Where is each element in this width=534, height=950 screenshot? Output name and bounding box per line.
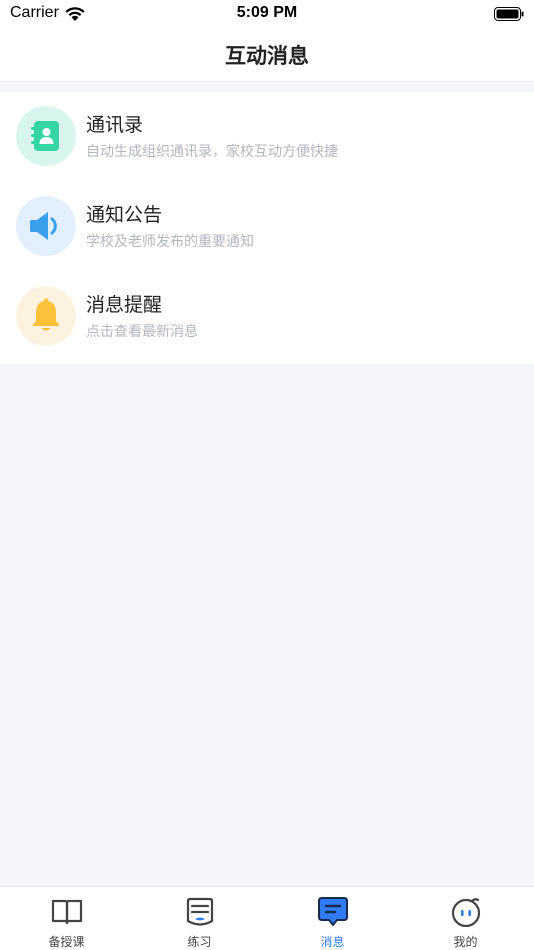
list-item-subtitle: 自动生成组织通讯录，家校互动方便快捷	[86, 144, 338, 160]
list-item-title: 通知公告	[86, 204, 163, 226]
list-item-reminders[interactable]: 消息提醒 点击查看最新消息	[0, 272, 534, 362]
tab-lessons[interactable]: 备授课	[0, 887, 133, 950]
list-item-title: 消息提醒	[86, 294, 163, 316]
announcements-icon-badge	[16, 196, 76, 256]
status-bar: Carrier 5:09 PM	[0, 0, 534, 28]
speaker-icon	[30, 212, 57, 240]
page-title: 互动消息	[225, 44, 309, 68]
reminders-icon-badge	[16, 286, 76, 346]
screen: Carrier 5:09 PM 互动消息 通讯录 自动生成组织通讯录，家校互动方…	[0, 0, 534, 950]
tab-label: 备授课	[48, 935, 85, 949]
message-icon	[318, 897, 348, 926]
list-item-subtitle: 点击查看最新消息	[86, 324, 198, 340]
nav-bar: 互动消息	[0, 28, 534, 82]
practice-icon	[186, 897, 214, 926]
tab-messages[interactable]: 消息	[266, 887, 399, 950]
list-item-title: 通讯录	[86, 114, 144, 136]
list-item-contacts[interactable]: 通讯录 自动生成组织通讯录，家校互动方便快捷	[0, 92, 534, 182]
tab-bar: 备授课 练习 消息 我的	[0, 886, 534, 950]
list-item-subtitle: 学校及老师发布的重要通知	[86, 234, 254, 250]
status-time: 5:09 PM	[236, 4, 298, 21]
tab-label: 消息	[320, 935, 345, 949]
battery-icon	[494, 7, 524, 21]
message-category-list: 通讯录 自动生成组织通讯录，家校互动方便快捷 通知公告 学校及老师发布的重要通知	[0, 92, 534, 364]
tab-practice[interactable]: 练习	[133, 887, 266, 950]
tab-profile[interactable]: 我的	[399, 887, 532, 950]
contacts-book-icon	[31, 121, 59, 151]
bell-icon	[32, 298, 60, 331]
face-icon	[451, 898, 481, 928]
tab-label: 我的	[453, 935, 478, 949]
tab-label: 练习	[187, 935, 212, 949]
open-book-icon	[51, 899, 83, 925]
contacts-icon-badge	[16, 106, 76, 166]
list-item-announcements[interactable]: 通知公告 学校及老师发布的重要通知	[0, 182, 534, 272]
